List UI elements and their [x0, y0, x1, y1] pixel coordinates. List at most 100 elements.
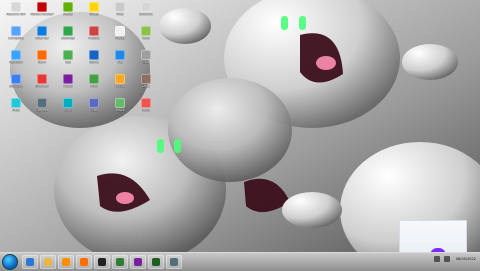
desktop-icon-glyph — [89, 74, 99, 84]
clock[interactable]: 06/05/2022 — [454, 257, 476, 261]
desktop-icon-label: Paint — [89, 85, 99, 88]
desktop-icon[interactable]: Files — [108, 2, 132, 24]
desktop-icon[interactable]: Tools — [134, 26, 158, 48]
taskbar-button[interactable] — [130, 255, 146, 269]
desktop-icon-label: Docs — [141, 85, 151, 88]
taskbar-button[interactable] — [112, 255, 128, 269]
recorder-icon — [170, 258, 178, 266]
desktop-icon-glyph — [63, 98, 73, 108]
desktop-icon[interactable]: Internet — [30, 26, 54, 48]
taskbar-button[interactable] — [148, 255, 164, 269]
desktop-icon-label: Settings — [61, 37, 75, 40]
volume-icon[interactable] — [444, 256, 450, 262]
desktop-icon-label: Security — [9, 85, 23, 88]
desktop-icon-glyph — [11, 50, 21, 60]
desktop-icon-glyph — [89, 50, 99, 60]
desktop-icon-glyph — [115, 98, 125, 108]
desktop-icon-glyph — [63, 74, 73, 84]
desktop-icon-label: Tools — [141, 37, 151, 40]
desktop-icon-glyph — [37, 50, 47, 60]
taskbar-button[interactable] — [22, 255, 38, 269]
desktop-icon-label: App — [64, 61, 72, 64]
desktop-icon[interactable]: Calc — [134, 50, 158, 72]
desktop-icon[interactable]: Sync — [56, 98, 80, 120]
desktop-icon[interactable]: Video — [56, 74, 80, 96]
desktop-icon[interactable]: News — [134, 98, 158, 120]
network-icon[interactable] — [434, 256, 440, 262]
desktop-icon-glyph — [115, 2, 125, 12]
taskbar-button[interactable] — [40, 255, 56, 269]
desktop-icon[interactable]: Chat — [82, 98, 106, 120]
desktop-icon[interactable]: Maps — [108, 98, 132, 120]
desktop-icon-label: Chat — [90, 109, 98, 112]
desktop-icon[interactable]: Network — [4, 50, 28, 72]
camtasia-icon — [152, 258, 160, 266]
desktop-icon-label: Music — [115, 85, 125, 88]
media-icon — [62, 258, 70, 266]
paint-icon — [134, 258, 142, 266]
desktop-icon-glyph — [37, 26, 47, 36]
desktop-icon-label: Recycle Bin — [6, 13, 26, 16]
desktop-icon-glyph — [141, 50, 151, 60]
desktop-icon[interactable]: Mail — [108, 50, 132, 72]
desktop-icon[interactable]: Shortcut — [134, 2, 158, 24]
desktop-icon-label: Internet — [35, 37, 49, 40]
desktop-icon[interactable]: App — [56, 50, 80, 72]
desktop-icon-label: Files — [116, 13, 124, 16]
desktop-icon-glyph — [37, 74, 47, 84]
taskbar-button[interactable] — [76, 255, 92, 269]
desktop-icon-glyph — [37, 98, 47, 108]
start-button[interactable] — [2, 254, 18, 270]
clock-date: 06/05/2022 — [455, 257, 476, 261]
desktop-icon-glyph — [89, 98, 99, 108]
desktop-icon[interactable]: Docs — [134, 74, 158, 96]
desktop-icon-glyph — [115, 50, 125, 60]
desktop-icon[interactable]: Player — [108, 26, 132, 48]
desktop-icon-glyph — [11, 98, 21, 108]
desktop-icon-label: Store — [37, 61, 47, 64]
folder-icon — [44, 258, 52, 266]
desktop-icon-label: Camera — [35, 109, 49, 112]
desktop-icon[interactable]: Store — [30, 50, 54, 72]
firefox-icon — [80, 258, 88, 266]
desktop-icon[interactable]: Camera — [30, 98, 54, 120]
desktop-icon-label: Notes — [89, 13, 99, 16]
desktop-icon-glyph — [63, 2, 73, 12]
desktop-icon-label: Adobe Reader — [30, 13, 54, 16]
desktop-icon[interactable]: Music — [108, 74, 132, 96]
desktop-icon[interactable]: Media — [56, 2, 80, 24]
desktop-icon-label: Mail — [116, 61, 124, 64]
desktop-icon-label: Browser — [35, 85, 49, 88]
desktop-icon-glyph — [63, 26, 73, 36]
desktop-icon-glyph — [115, 26, 125, 36]
cmd-icon — [98, 258, 106, 266]
taskbar-button[interactable] — [58, 255, 74, 269]
desktop-icon[interactable]: Notes — [82, 2, 106, 24]
desktop-icon-label: Media — [63, 13, 73, 16]
desktop-icon[interactable]: Adobe Reader — [30, 2, 54, 24]
desktop-icon[interactable]: Computer — [4, 26, 28, 48]
desktop-icon-glyph — [11, 2, 21, 12]
desktop-icon[interactable]: Browser — [30, 74, 54, 96]
system-tray: 06/05/2022 — [434, 256, 476, 262]
taskbar-button[interactable] — [166, 255, 182, 269]
desktop-icon[interactable]: Photos — [82, 26, 106, 48]
desktop-icon[interactable]: Help — [4, 98, 28, 120]
desktop-icon-glyph — [11, 74, 21, 84]
desktop-icon-label: Shortcut — [138, 13, 154, 16]
ie-icon — [26, 258, 34, 266]
desktop-icon[interactable]: Settings — [56, 26, 80, 48]
photos-icon — [116, 258, 124, 266]
desktop-icon[interactable]: Recycle Bin — [4, 2, 28, 24]
desktop-icon-label: Help — [12, 109, 20, 112]
desktop-icon-label: Player — [114, 37, 126, 40]
desktop-icon[interactable]: Paint — [82, 74, 106, 96]
desktop-icon-label: Sync — [64, 109, 72, 112]
desktop-icon-label: Photos — [88, 37, 100, 40]
desktop-icon[interactable]: Security — [4, 74, 28, 96]
desktop-icon[interactable]: Game — [82, 50, 106, 72]
taskbar-button[interactable] — [94, 255, 110, 269]
desktop-icon-label: Video — [63, 85, 73, 88]
desktop-icon-glyph — [141, 2, 151, 12]
desktop-icon-glyph — [141, 98, 151, 108]
